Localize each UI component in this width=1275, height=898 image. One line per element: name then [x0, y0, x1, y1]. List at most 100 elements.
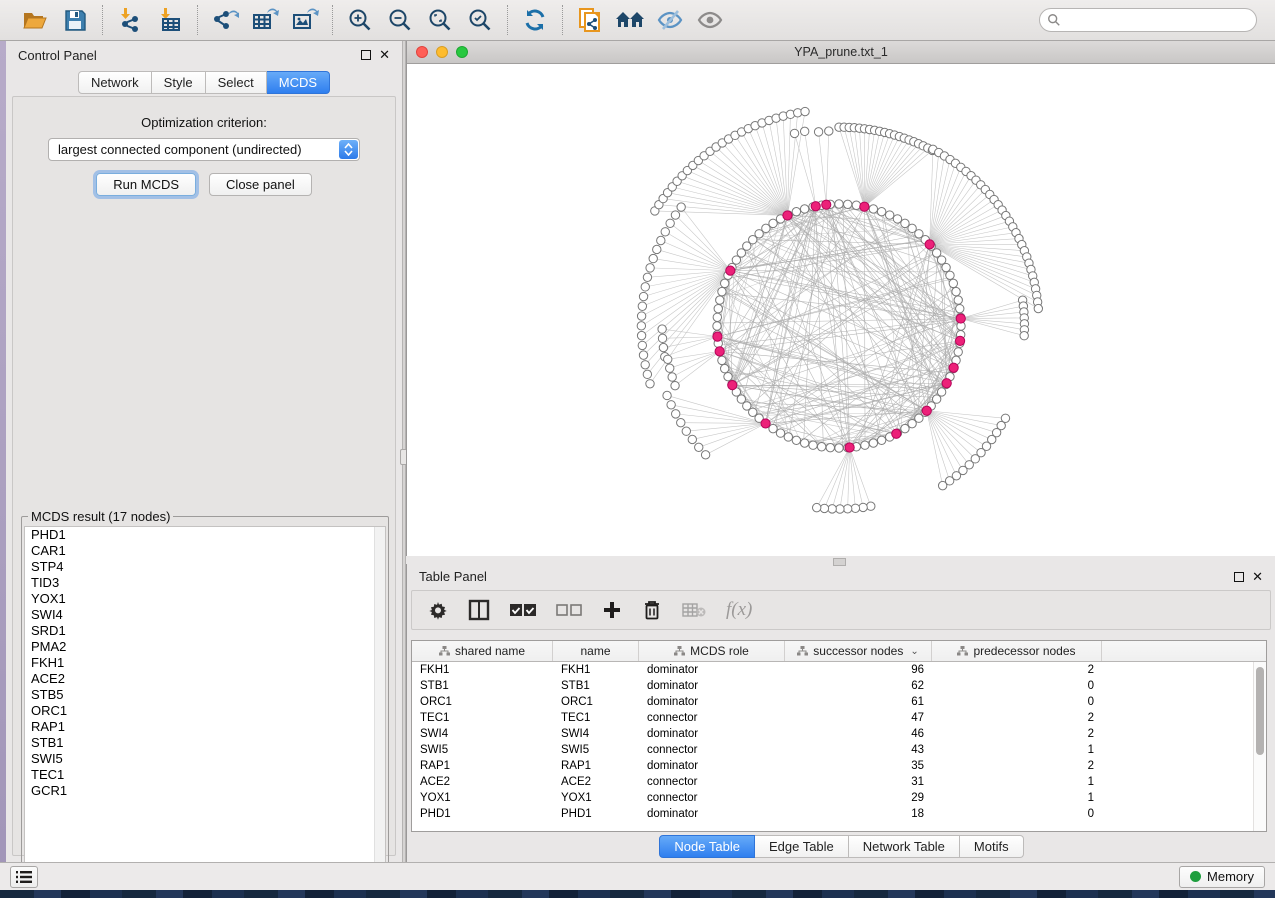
tab-mcds[interactable]: MCDS — [267, 71, 330, 94]
optimization-criterion-label: Optimization criterion: — [13, 115, 395, 130]
network-title: YPA_prune.txt_1 — [407, 45, 1275, 59]
control-panel: Control Panel ✕ Network Style Select MCD… — [6, 41, 402, 862]
column-header-name[interactable]: name — [553, 641, 639, 661]
refresh-view-icon[interactable] — [518, 5, 552, 35]
tab-network[interactable]: Network — [78, 71, 152, 94]
list-item[interactable]: PMA2 — [25, 639, 385, 655]
toolbar-separator — [102, 5, 103, 35]
network-graph[interactable] — [407, 64, 1275, 555]
table-row[interactable]: TEC1TEC1connector472 — [412, 710, 1266, 726]
tab-network-table[interactable]: Network Table — [849, 835, 960, 858]
table-row[interactable]: SWI5SWI5connector431 — [412, 742, 1266, 758]
search-field-container — [1039, 8, 1257, 32]
list-item[interactable]: SWI4 — [25, 607, 385, 623]
column-header-predecessor-nodes[interactable]: predecessor nodes — [932, 641, 1102, 661]
mcds-result-title: MCDS result (17 nodes) — [28, 509, 173, 524]
list-item[interactable]: STB1 — [25, 735, 385, 751]
table-scrollbar-thumb[interactable] — [1256, 667, 1264, 755]
tab-edge-table[interactable]: Edge Table — [755, 835, 849, 858]
export-image-icon[interactable] — [288, 5, 322, 35]
toolbar-separator — [507, 5, 508, 35]
network-view-window: YPA_prune.txt_1 — [406, 41, 1275, 556]
copy-network-icon[interactable] — [573, 5, 607, 35]
close-panel-button[interactable]: Close panel — [209, 173, 312, 196]
split-column-icon[interactable] — [468, 599, 490, 621]
list-item[interactable]: STB5 — [25, 687, 385, 703]
network-canvas[interactable] — [407, 64, 1275, 555]
list-item[interactable]: SWI5 — [25, 751, 385, 767]
tab-style[interactable]: Style — [152, 71, 206, 94]
list-item[interactable]: SRD1 — [25, 623, 385, 639]
show-all-icon[interactable] — [693, 5, 727, 35]
close-table-panel-icon[interactable]: ✕ — [1252, 572, 1263, 582]
list-item[interactable]: FKH1 — [25, 655, 385, 671]
tab-motifs[interactable]: Motifs — [960, 835, 1024, 858]
list-item[interactable]: RAP1 — [25, 719, 385, 735]
memory-status-icon — [1190, 871, 1201, 882]
run-mcds-button[interactable]: Run MCDS — [96, 173, 196, 196]
criterion-selected-value: largest connected component (undirected) — [58, 142, 302, 157]
select-stepper-icon — [339, 140, 358, 159]
deselect-all-checkboxes-icon[interactable] — [556, 603, 582, 617]
list-item[interactable]: CAR1 — [25, 543, 385, 559]
import-table-icon[interactable] — [153, 5, 187, 35]
select-all-checkboxes-icon[interactable] — [510, 603, 536, 617]
first-neighbors-icon[interactable] — [613, 5, 647, 35]
close-panel-icon[interactable]: ✕ — [379, 50, 390, 60]
memory-button[interactable]: Memory — [1179, 866, 1265, 888]
hide-selected-icon[interactable] — [653, 5, 687, 35]
table-row[interactable]: RAP1RAP1dominator352 — [412, 758, 1266, 774]
table-panel-title: Table Panel — [419, 569, 487, 584]
mcds-list-scrollbar[interactable] — [374, 527, 385, 883]
horizontal-splitter-grip[interactable] — [833, 558, 846, 566]
console-button[interactable] — [10, 866, 38, 888]
list-item[interactable]: ACE2 — [25, 671, 385, 687]
zoom-out-icon[interactable] — [383, 5, 417, 35]
delete-table-icon[interactable] — [682, 602, 706, 618]
table-settings-icon[interactable] — [428, 600, 448, 620]
import-network-icon[interactable] — [113, 5, 147, 35]
add-column-icon[interactable] — [602, 600, 622, 620]
export-table-icon[interactable] — [248, 5, 282, 35]
table-header-row: shared name name MCDS role successor nod… — [412, 641, 1266, 662]
tab-node-table[interactable]: Node Table — [659, 835, 755, 858]
export-network-icon[interactable] — [208, 5, 242, 35]
table-row[interactable]: ORC1ORC1dominator610 — [412, 694, 1266, 710]
table-row[interactable]: STB1STB1dominator620 — [412, 678, 1266, 694]
search-input[interactable] — [1039, 8, 1257, 32]
column-header-shared-name[interactable]: shared name — [412, 641, 553, 661]
node-table: shared name name MCDS role successor nod… — [411, 640, 1267, 832]
mcds-tab-panel: Optimization criterion: largest connecte… — [12, 96, 396, 856]
table-body: FKH1FKH1dominator962 STB1STB1dominator62… — [412, 662, 1266, 822]
list-item[interactable]: ORC1 — [25, 703, 385, 719]
float-panel-icon[interactable] — [361, 50, 371, 60]
delete-column-icon[interactable] — [642, 599, 662, 621]
table-row[interactable]: YOX1YOX1connector291 — [412, 790, 1266, 806]
list-item[interactable]: GCR1 — [25, 783, 385, 799]
table-row[interactable]: FKH1FKH1dominator962 — [412, 662, 1266, 678]
list-item[interactable]: YOX1 — [25, 591, 385, 607]
open-file-icon[interactable] — [18, 5, 52, 35]
column-header-successor-nodes[interactable]: successor nodes ⌄ — [785, 641, 932, 661]
toolbar-separator — [197, 5, 198, 35]
list-item[interactable]: STP4 — [25, 559, 385, 575]
network-titlebar[interactable]: YPA_prune.txt_1 — [407, 41, 1275, 64]
control-panel-title: Control Panel — [18, 48, 97, 63]
table-tabs: Node Table Edge Table Network Table Moti… — [407, 835, 1275, 858]
list-item[interactable]: PHD1 — [25, 527, 385, 543]
column-header-mcds-role[interactable]: MCDS role — [639, 641, 785, 661]
zoom-in-icon[interactable] — [343, 5, 377, 35]
list-item[interactable]: TID3 — [25, 575, 385, 591]
table-scrollbar[interactable] — [1253, 662, 1266, 832]
list-item[interactable]: TEC1 — [25, 767, 385, 783]
criterion-select[interactable]: largest connected component (undirected) — [48, 138, 360, 161]
table-row[interactable]: SWI4SWI4dominator462 — [412, 726, 1266, 742]
function-builder-icon[interactable]: f(x) — [726, 599, 752, 621]
zoom-selected-icon[interactable] — [463, 5, 497, 35]
tab-select[interactable]: Select — [206, 71, 267, 94]
table-row[interactable]: ACE2ACE2connector311 — [412, 774, 1266, 790]
save-session-icon[interactable] — [58, 5, 92, 35]
table-row[interactable]: PHD1PHD1dominator180 — [412, 806, 1266, 822]
zoom-fit-icon[interactable] — [423, 5, 457, 35]
float-table-panel-icon[interactable] — [1234, 572, 1244, 582]
